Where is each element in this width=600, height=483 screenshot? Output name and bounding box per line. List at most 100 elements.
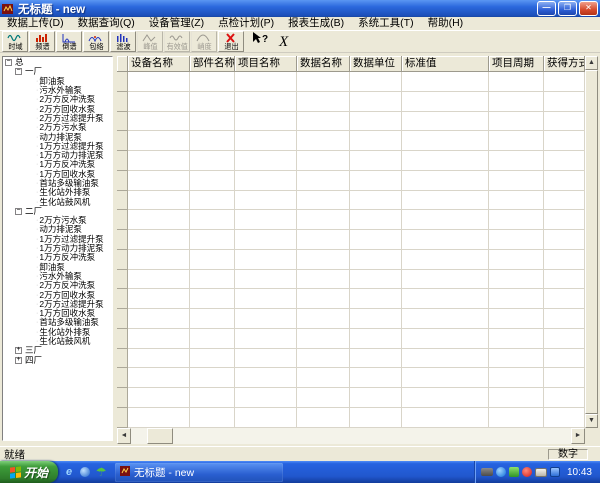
tree-item-group-4[interactable]: +四厂 [3, 356, 112, 365]
table-row[interactable] [117, 131, 585, 151]
table-cell [190, 250, 235, 270]
row-selector-cell [117, 408, 128, 428]
formula-x-button[interactable]: X [279, 33, 288, 51]
grid-header-row: 设备名称部件名称项目名称数据名称数据单位标准值项目周期获得方式 [117, 56, 585, 72]
table-cell [128, 191, 190, 211]
table-cell [235, 408, 297, 428]
device-icon[interactable] [481, 468, 493, 476]
minimize-button[interactable]: — [537, 1, 556, 16]
antivirus-green-icon[interactable] [509, 467, 519, 477]
table-row[interactable] [117, 388, 585, 408]
menu-item-2[interactable]: 数据查询(Q) [71, 17, 142, 30]
row-selector-cell [117, 92, 128, 112]
table-row[interactable] [117, 210, 585, 230]
table-row[interactable] [117, 171, 585, 191]
table-row[interactable] [117, 289, 585, 309]
network-icon[interactable] [550, 467, 560, 477]
column-header-1[interactable]: 设备名称 [128, 56, 190, 72]
horizontal-scrollbar[interactable]: ◄ ► [117, 428, 585, 444]
toolbar-button-label: 包络 [89, 43, 103, 51]
restore-button[interactable]: ❐ [558, 1, 577, 16]
vertical-scrollbar[interactable]: ▲ ▼ [585, 56, 598, 428]
tree-item-root[interactable]: −总 [3, 58, 112, 67]
column-header-7[interactable]: 项目周期 [489, 56, 544, 72]
menu-item-1[interactable]: 数据上传(D) [0, 17, 71, 30]
table-row[interactable] [117, 309, 585, 329]
messenger-icon[interactable] [496, 467, 506, 477]
table-row[interactable] [117, 191, 585, 211]
expand-icon[interactable]: + [15, 347, 22, 354]
table-cell [350, 230, 402, 250]
msn-icon[interactable] [78, 465, 92, 479]
toolbar-button-peak[interactable]: 峰值 [137, 31, 163, 52]
close-button[interactable]: ✕ [579, 1, 598, 16]
toolbar-button-filter[interactable]: 滤波 [110, 31, 136, 52]
taskbar-task-button[interactable]: 无标题 - new [115, 463, 283, 482]
toolbar-button-rms[interactable]: 有效值 [164, 31, 190, 52]
tree-item-group-3[interactable]: +三厂 [3, 346, 112, 355]
umbrella-icon[interactable]: ☂ [94, 465, 108, 479]
context-help-icon[interactable]: ? [251, 31, 269, 52]
collapse-icon[interactable]: − [15, 68, 22, 75]
column-header-0[interactable] [117, 56, 128, 72]
table-cell [297, 171, 350, 191]
scroll-down-button[interactable]: ▼ [585, 414, 598, 428]
ie-icon[interactable]: e [62, 465, 76, 479]
column-header-2[interactable]: 部件名称 [190, 56, 235, 72]
toolbar-button-spectrum[interactable]: 频谱 [29, 31, 55, 52]
column-header-6[interactable]: 标准值 [402, 56, 489, 72]
table-row[interactable] [117, 408, 585, 428]
table-cell [544, 270, 585, 290]
table-cell [297, 349, 350, 369]
table-cell [489, 112, 544, 132]
collapse-icon[interactable]: − [15, 208, 22, 215]
table-cell [190, 72, 235, 92]
scroll-left-button[interactable]: ◄ [117, 428, 131, 444]
tree-item-leaf-2-14[interactable]: ·生化站鼓风机 [3, 337, 112, 346]
table-cell [128, 270, 190, 290]
vertical-scroll-thumb[interactable] [585, 70, 598, 414]
antivirus-red-icon[interactable] [522, 467, 532, 477]
collapse-icon[interactable]: − [5, 59, 12, 66]
tree-item-label: 生化站鼓风机 [39, 337, 90, 346]
table-row[interactable] [117, 92, 585, 112]
menu-item-3[interactable]: 设备管理(Z) [142, 17, 211, 30]
column-header-3[interactable]: 项目名称 [235, 56, 297, 72]
menu-item-4[interactable]: 点检计划(P) [211, 17, 281, 30]
table-row[interactable] [117, 349, 585, 369]
tree-connector: · [36, 160, 38, 169]
tree-item-leaf-1-6[interactable]: ·2万方污水泵 [3, 123, 112, 132]
scroll-right-button[interactable]: ► [571, 428, 585, 444]
table-row[interactable] [117, 329, 585, 349]
table-row[interactable] [117, 151, 585, 171]
table-row[interactable] [117, 230, 585, 250]
toolbar-button-envelope[interactable]: 包络 [83, 31, 109, 52]
table-row[interactable] [117, 72, 585, 92]
table-cell [297, 72, 350, 92]
toolbar-button-kurtosis[interactable]: 峭度 [191, 31, 217, 52]
table-row[interactable] [117, 112, 585, 132]
tree-connector: · [36, 188, 38, 197]
app-icon[interactable] [2, 3, 14, 15]
tree-connector: · [36, 151, 38, 160]
menu-item-7[interactable]: 帮助(H) [421, 17, 471, 30]
table-row[interactable] [117, 250, 585, 270]
toolbar-button-cepstrum[interactable]: 倒谱 [56, 31, 82, 52]
column-header-4[interactable]: 数据名称 [297, 56, 350, 72]
table-row[interactable] [117, 270, 585, 290]
toolbar-button-exit[interactable]: 退出 [218, 31, 244, 52]
column-header-8[interactable]: 获得方式 [544, 56, 585, 72]
horizontal-scroll-thumb[interactable] [147, 428, 173, 444]
table-row[interactable] [117, 368, 585, 388]
table-cell [128, 289, 190, 309]
taskbar-clock[interactable]: 10:43 [567, 467, 592, 478]
scroll-up-button[interactable]: ▲ [585, 56, 598, 70]
menu-item-5[interactable]: 报表生成(B) [281, 17, 351, 30]
toolbar-button-time-domain[interactable]: 时域 [2, 31, 28, 52]
start-button[interactable]: 开始 [0, 461, 58, 483]
expand-icon[interactable]: + [15, 357, 22, 364]
column-header-5[interactable]: 数据单位 [350, 56, 402, 72]
printer-icon[interactable] [535, 468, 547, 477]
menu-item-6[interactable]: 系统工具(T) [351, 17, 420, 30]
tree-item-leaf-1-14[interactable]: ·生化站鼓风机 [3, 197, 112, 206]
